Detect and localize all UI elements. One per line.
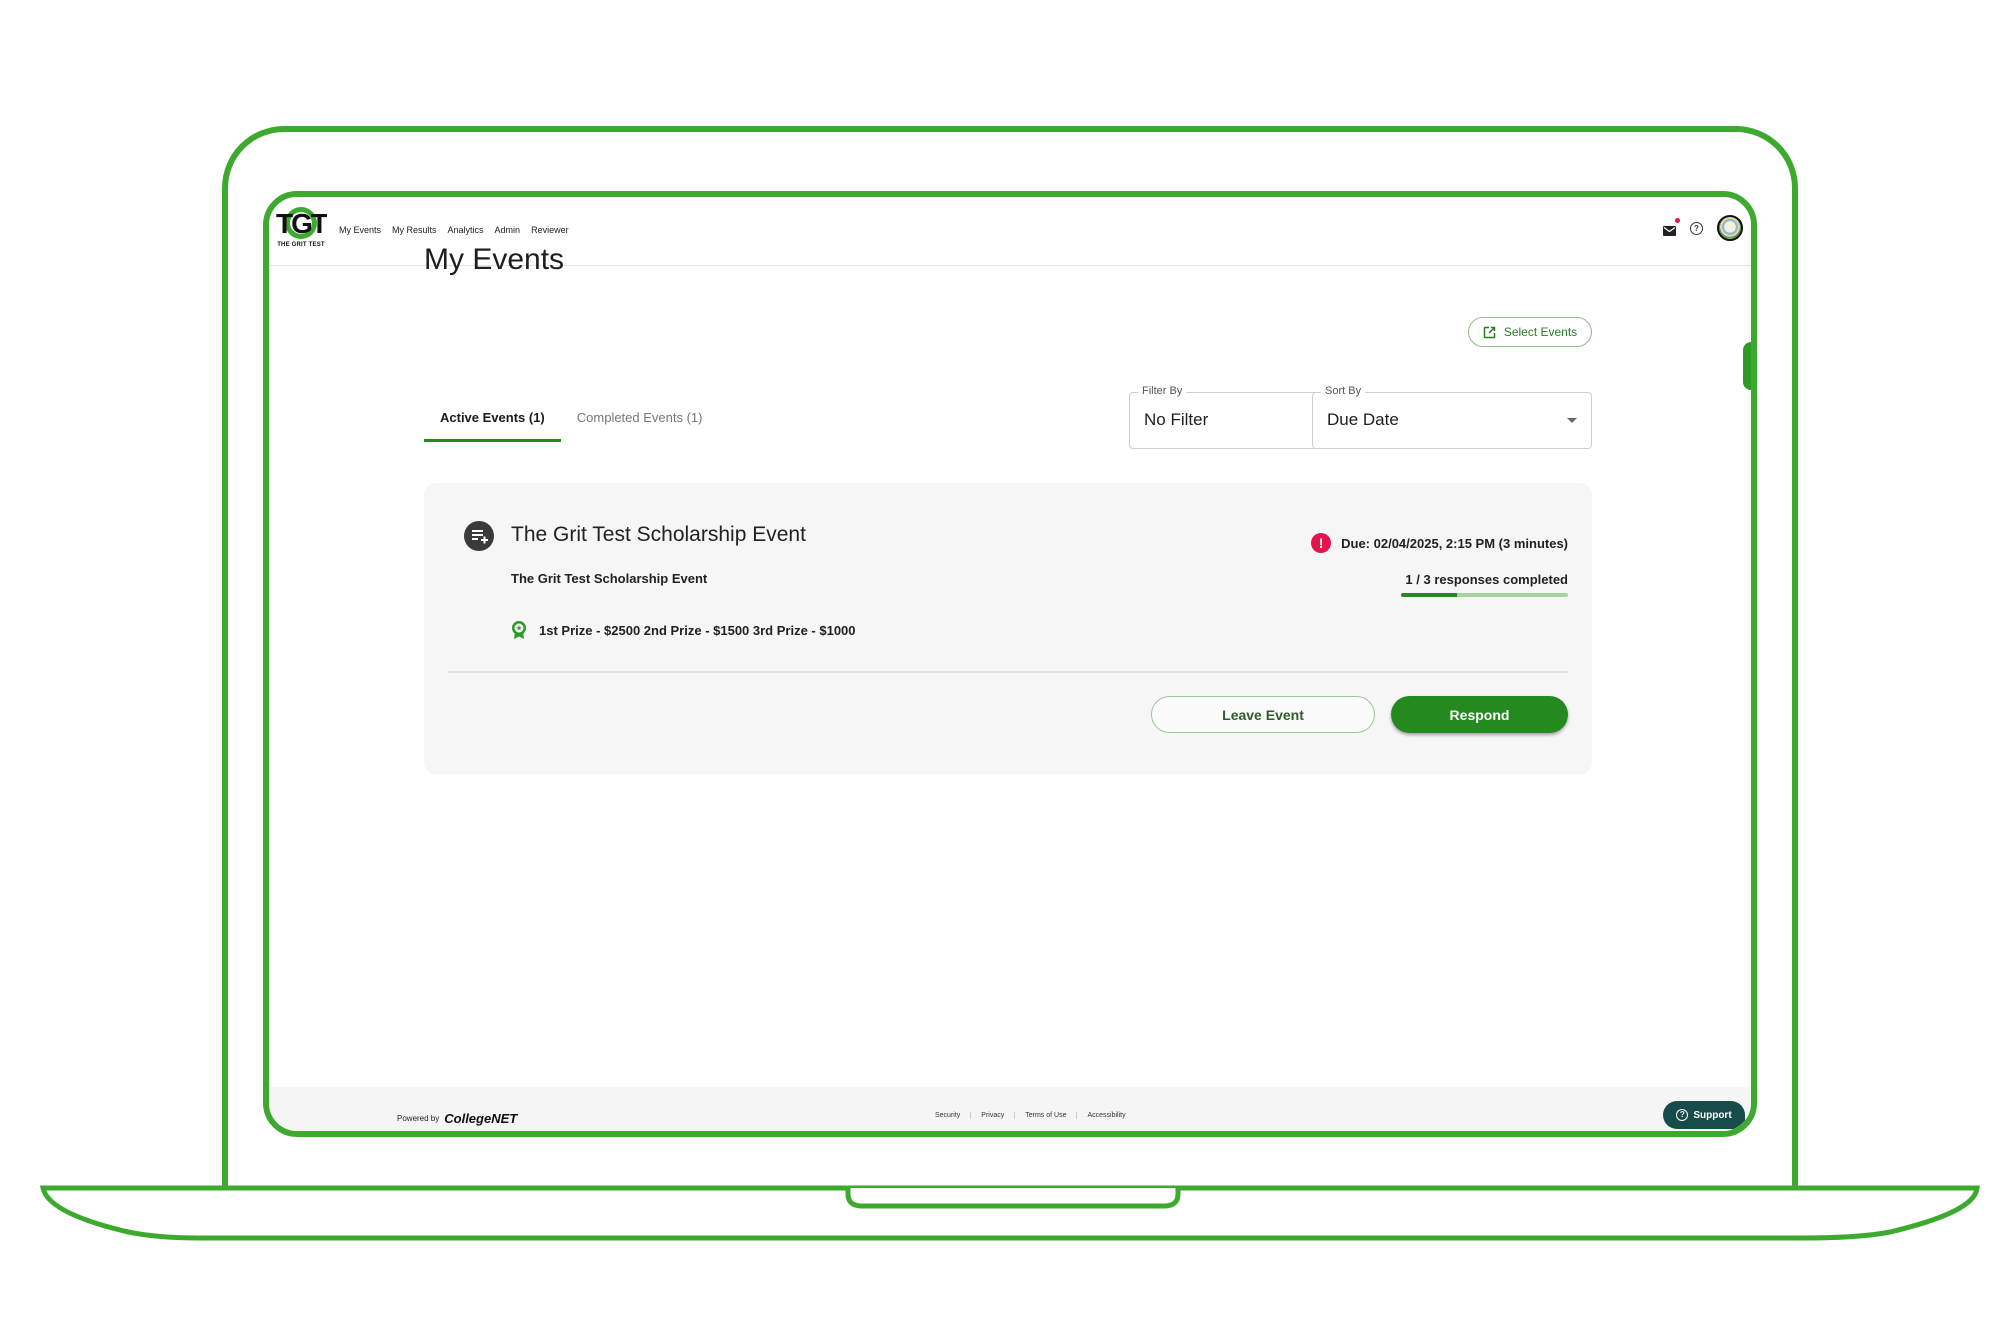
nav-item-admin[interactable]: Admin: [495, 225, 521, 235]
footer: Powered by CollegeNET Security Privacy T…: [269, 1087, 1751, 1131]
footer-link-security[interactable]: Security: [925, 1112, 970, 1119]
leave-event-button[interactable]: Leave Event: [1151, 696, 1375, 733]
footer-link-terms[interactable]: Terms of Use: [1014, 1112, 1076, 1119]
responses-progress-fill: [1401, 593, 1457, 597]
page-title: My Events: [424, 243, 565, 276]
filter-by-label: Filter By: [1138, 385, 1187, 397]
alert-icon: !: [1311, 533, 1332, 553]
event-list-add-icon: [464, 521, 494, 551]
due-text: Due: 02/04/2025, 2:15 PM (3 minutes): [1341, 535, 1568, 551]
help-icon[interactable]: ?: [1690, 221, 1703, 235]
nav-item-my-events[interactable]: My Events: [339, 225, 381, 235]
help-icon: ?: [1676, 1109, 1689, 1121]
support-button[interactable]: ? Support: [1663, 1101, 1745, 1129]
external-link-icon: [1483, 326, 1496, 338]
nav-item-analytics[interactable]: Analytics: [448, 225, 484, 235]
nav-menu: My Events My Results Analytics Admin Rev…: [339, 225, 569, 235]
chevron-down-icon: [1567, 418, 1577, 423]
avatar[interactable]: [1717, 215, 1743, 241]
prize-info: 1st Prize - $2500 2nd Prize - $1500 3rd …: [511, 620, 856, 640]
select-events-label: Select Events: [1503, 325, 1578, 339]
sort-by-value: Due Date: [1327, 410, 1399, 429]
footer-links: Security Privacy Terms of Use Accessibil…: [925, 1112, 1136, 1119]
card-divider: [448, 671, 1568, 673]
award-ribbon-icon: [512, 621, 526, 639]
filter-by-value: No Filter: [1144, 410, 1209, 429]
nav-item-reviewer[interactable]: Reviewer: [531, 225, 569, 235]
nav-item-my-results[interactable]: My Results: [392, 225, 437, 235]
powered-by: Powered by CollegeNET: [397, 1105, 517, 1126]
footer-link-privacy[interactable]: Privacy: [970, 1112, 1014, 1119]
tgt-logo[interactable]: TGT THE GRIT TEST: [275, 205, 327, 253]
sort-by-label: Sort By: [1321, 385, 1366, 397]
notification-dot: [1675, 218, 1680, 223]
responses-progress-text: 1 / 3 responses completed: [1405, 572, 1568, 587]
collegenet-logo[interactable]: CollegeNET: [444, 1105, 517, 1126]
prize-text: 1st Prize - $2500 2nd Prize - $1500 3rd …: [539, 622, 856, 638]
tab-active-events[interactable]: Active Events (1): [424, 407, 561, 443]
mail-button[interactable]: [1663, 218, 1680, 236]
mail-icon: [1663, 226, 1676, 236]
select-events-button[interactable]: Select Events: [1468, 317, 1592, 347]
logo-subtitle: THE GRIT TEST: [277, 242, 325, 248]
due-date: ! Due: 02/04/2025, 2:15 PM (3 minutes): [1311, 533, 1568, 553]
logo-icon: TGT: [276, 207, 327, 239]
responses-progress-bar: [1401, 593, 1568, 597]
support-label: Support: [1693, 1109, 1732, 1121]
nav-actions: ?: [1663, 215, 1743, 241]
footer-link-accessibility[interactable]: Accessibility: [1076, 1112, 1135, 1119]
powered-by-label: Powered by: [397, 1114, 440, 1123]
sort-by-select[interactable]: Sort By Due Date: [1312, 385, 1592, 449]
tab-completed-events[interactable]: Completed Events (1): [561, 407, 719, 443]
respond-button[interactable]: Respond: [1391, 696, 1568, 733]
side-drawer-handle[interactable]: [1743, 342, 1751, 390]
event-title[interactable]: The Grit Test Scholarship Event: [511, 523, 806, 547]
event-subtitle: The Grit Test Scholarship Event: [511, 571, 708, 586]
event-tabs: Active Events (1) Completed Events (1): [424, 407, 719, 443]
event-card: The Grit Test Scholarship Event The Grit…: [424, 483, 1592, 774]
laptop-base-outline: [39, 1185, 1980, 1241]
app-screen: TGT THE GRIT TEST My Events My Results A…: [263, 191, 1757, 1137]
svg-text:TGT: TGT: [276, 208, 327, 239]
